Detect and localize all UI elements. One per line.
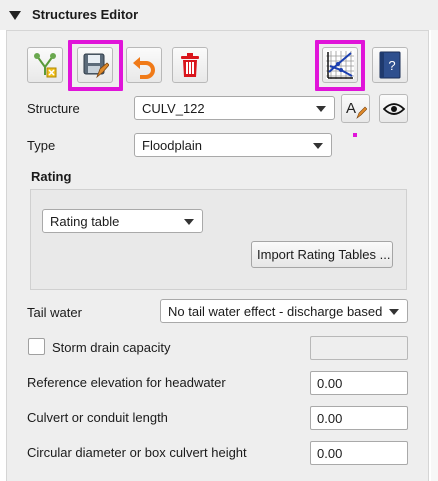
structure-combo[interactable]: CULV_122 — [134, 96, 335, 120]
svg-text:A: A — [346, 100, 356, 117]
highlight-marker — [353, 133, 357, 137]
svg-text:?: ? — [388, 58, 395, 73]
structures-editor-title: Structures Editor — [32, 7, 139, 22]
chevron-down-icon — [184, 219, 194, 225]
schematize-button[interactable] — [27, 47, 63, 83]
storm-drain-checkbox[interactable] — [28, 338, 45, 355]
tail-water-combo[interactable]: No tail water effect - discharge based c — [160, 299, 408, 323]
chevron-down-icon — [313, 143, 323, 149]
trash-icon — [181, 53, 199, 77]
type-combo[interactable]: Floodplain — [134, 133, 332, 157]
storm-drain-field — [310, 336, 408, 360]
diameter-label: Circular diameter or box culvert height — [27, 445, 247, 460]
visibility-button[interactable] — [379, 94, 408, 123]
type-value: Floodplain — [142, 138, 202, 153]
save-button[interactable] — [77, 47, 113, 83]
chevron-down-icon — [316, 106, 326, 112]
structure-value: CULV_122 — [142, 101, 205, 116]
storm-drain-label: Storm drain capacity — [52, 340, 171, 355]
structures-editor-header[interactable]: Structures Editor — [0, 0, 438, 30]
structure-label: Structure — [27, 101, 80, 116]
rename-structure-button[interactable]: A — [341, 94, 370, 123]
tail-water-label: Tail water — [27, 305, 82, 320]
reference-elevation-field[interactable]: 0.00 — [310, 371, 408, 395]
rating-plot-button[interactable] — [322, 47, 358, 83]
collapse-arrow-icon[interactable] — [9, 11, 21, 20]
eye-icon — [382, 102, 405, 115]
diameter-field[interactable]: 0.00 — [310, 441, 408, 465]
culvert-length-label: Culvert or conduit length — [27, 410, 168, 425]
culvert-length-field[interactable]: 0.00 — [310, 406, 408, 430]
save-icon — [83, 53, 109, 79]
tail-water-value: No tail water effect - discharge based c — [168, 304, 385, 319]
rating-title: Rating — [31, 169, 72, 184]
rating-mode-combo[interactable]: Rating table — [42, 209, 203, 233]
schematize-icon — [34, 53, 57, 78]
rating-mode-value: Rating table — [50, 214, 120, 229]
reference-elevation-label: Reference elevation for headwater — [27, 375, 226, 390]
undo-button[interactable] — [126, 47, 162, 83]
delete-button[interactable] — [172, 47, 208, 83]
help-book-icon: ? — [379, 51, 401, 79]
help-button[interactable]: ? — [372, 47, 408, 83]
import-rating-tables-button[interactable]: Import Rating Tables ... — [251, 241, 393, 268]
scrollbar[interactable] — [431, 30, 438, 481]
rating-group — [30, 189, 407, 290]
rating-plot-icon — [326, 51, 354, 79]
chevron-down-icon — [389, 309, 399, 315]
rename-icon: A — [346, 100, 367, 119]
undo-icon — [133, 57, 155, 79]
type-label: Type — [27, 138, 56, 153]
